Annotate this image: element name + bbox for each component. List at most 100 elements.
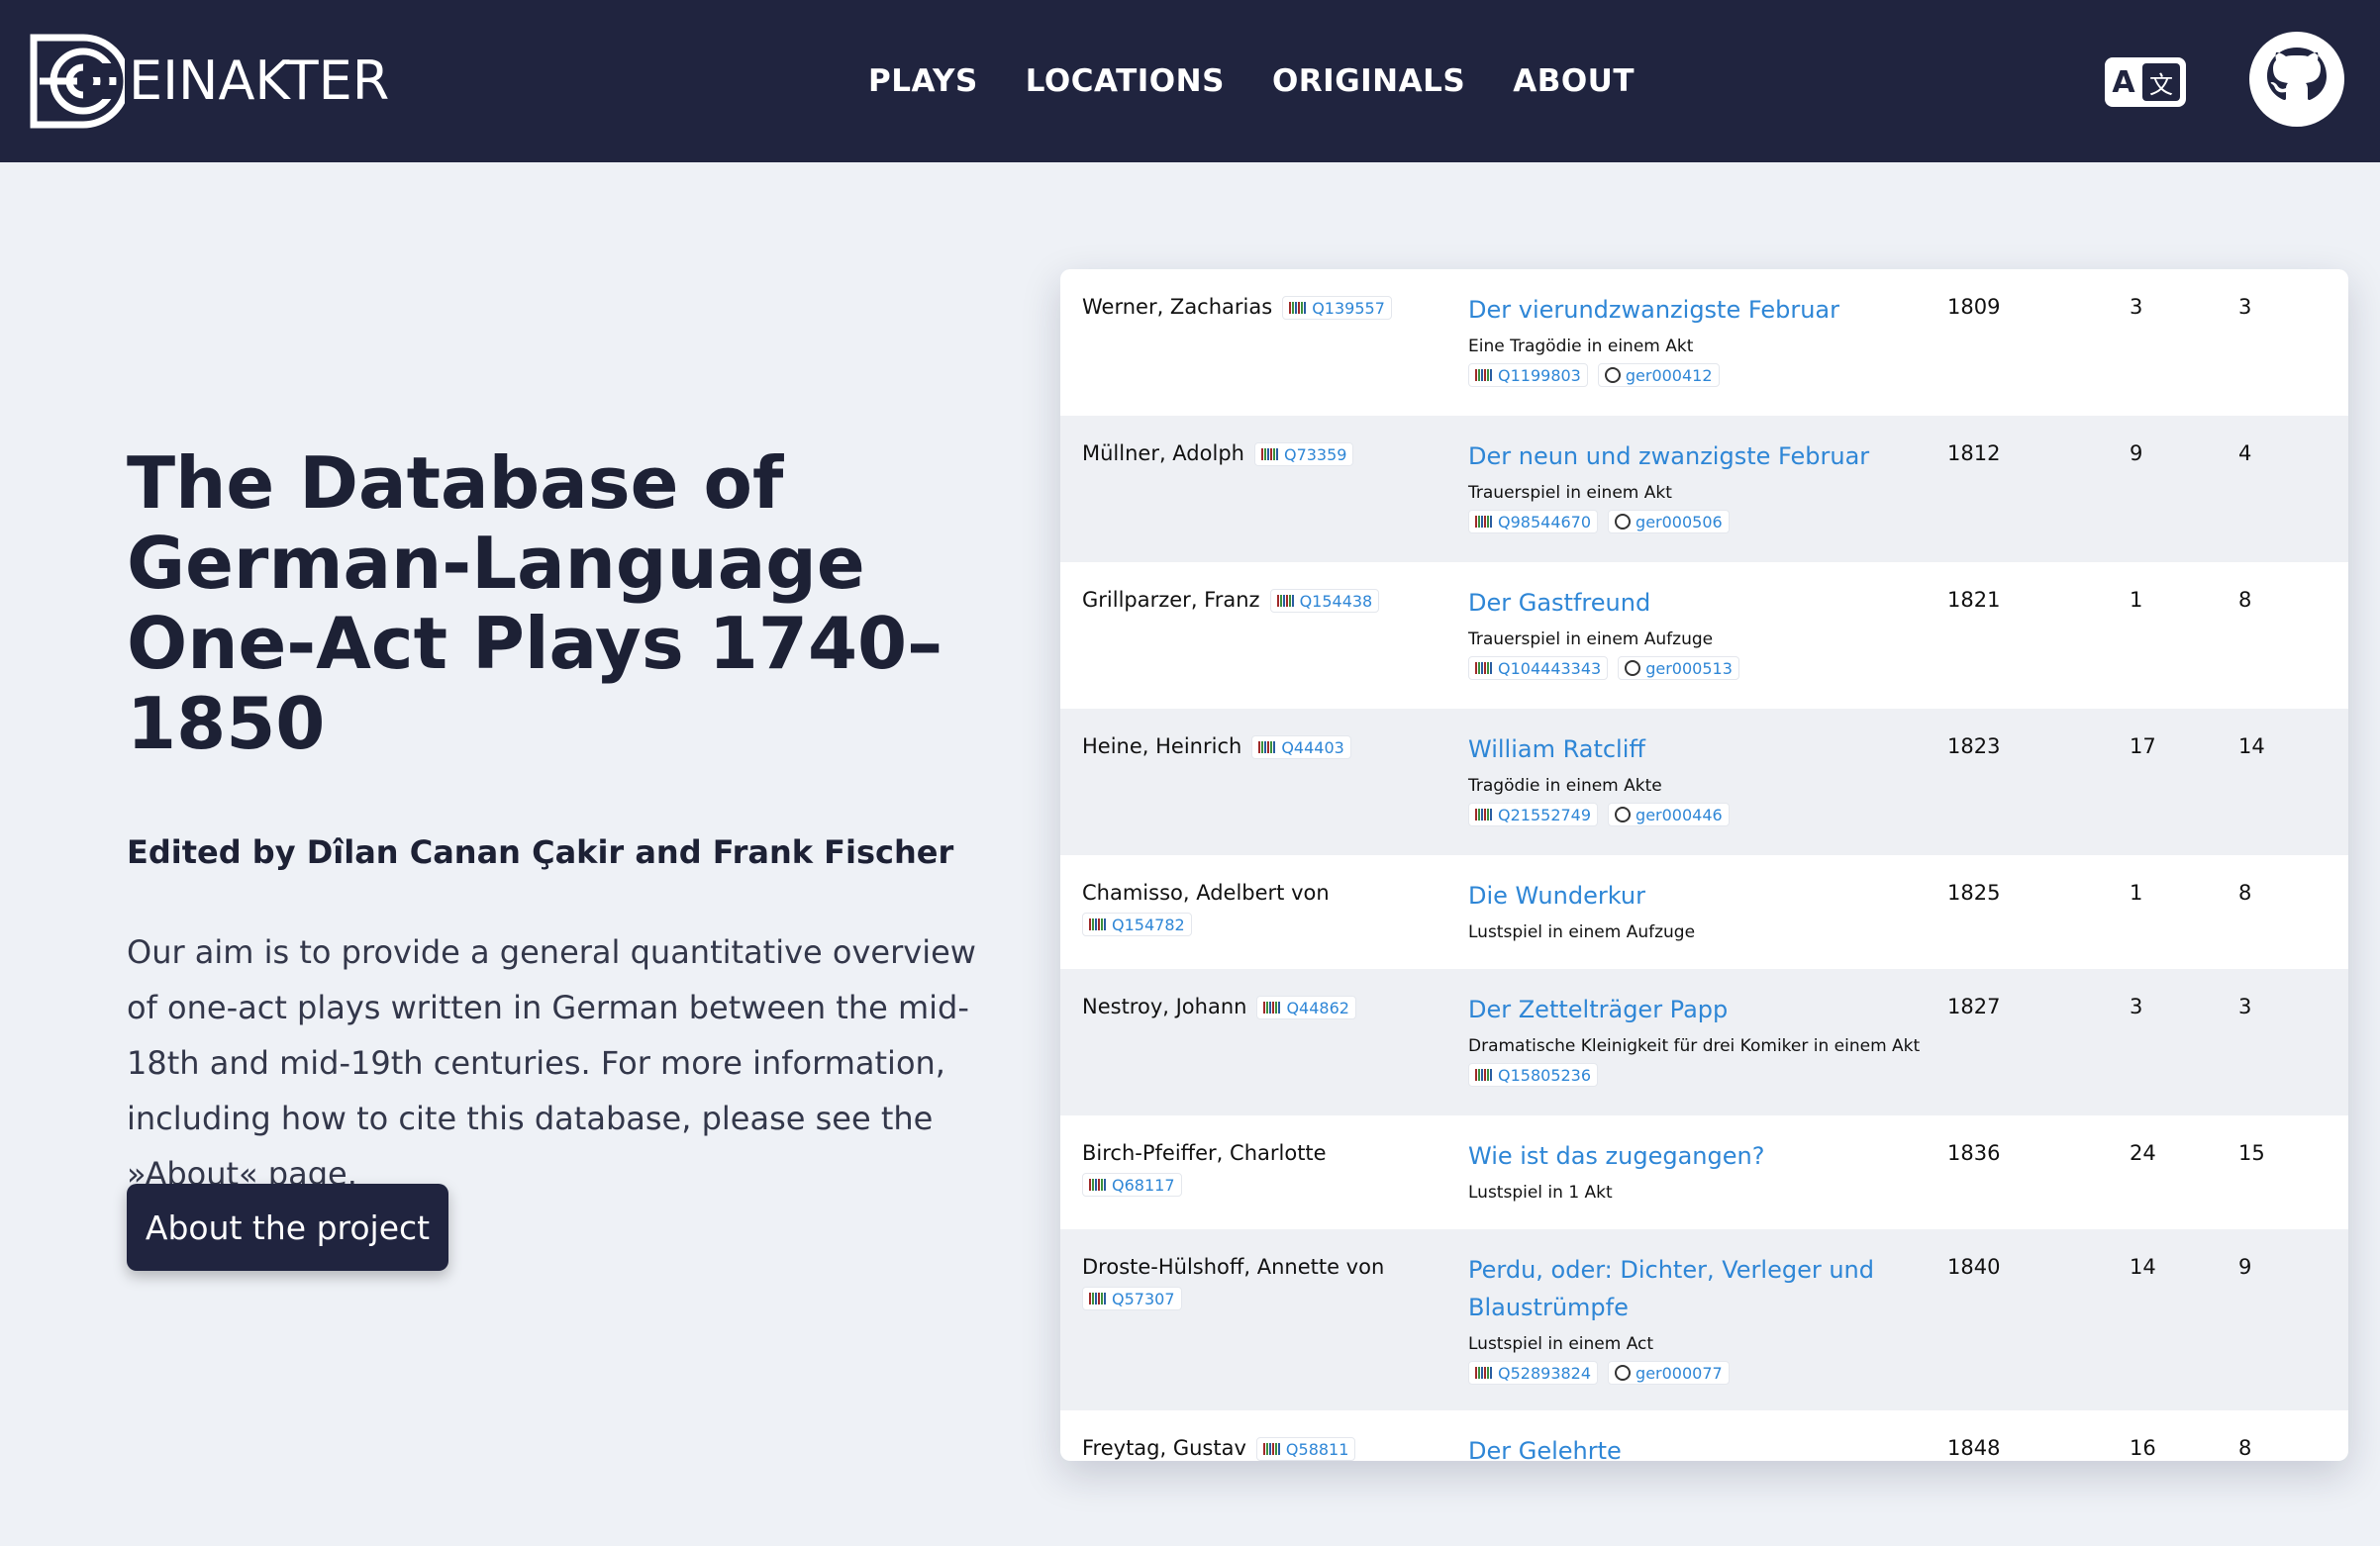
- nav-plays[interactable]: PLAYS: [868, 63, 978, 99]
- main-nav: PLAYS LOCATIONS ORIGINALS ABOUT: [868, 63, 1635, 99]
- count-cell: 8: [2238, 881, 2252, 905]
- plays-table-preview: Werner, Zacharias Q139557 Der vierundzwan…: [1060, 269, 2348, 1461]
- play-subtitle: Lustspiel in einem Aufzuge: [1468, 922, 1696, 942]
- count-cell: 8: [2238, 588, 2252, 612]
- wikidata-icon: [1258, 741, 1277, 753]
- author-wikidata-badge[interactable]: Q44403: [1251, 735, 1351, 759]
- author-badge-wrap: Q57307: [1082, 1287, 1192, 1310]
- einakter-logo[interactable]: EINAKTER: [30, 34, 389, 129]
- about-project-button[interactable]: About the project: [127, 1184, 448, 1271]
- play-wikidata-badge[interactable]: Q104443343: [1468, 656, 1609, 680]
- table-row: Heine, Heinrich Q44403 William Ratcliff T…: [1060, 709, 2348, 855]
- play-wikidata-badge[interactable]: Q1199803: [1468, 363, 1588, 387]
- count-cell: 14: [2130, 1255, 2156, 1279]
- wikidata-icon: [1276, 595, 1295, 607]
- wikidata-icon: [1262, 1443, 1281, 1455]
- play-subtitle: Trauerspiel in einem Aufzuge: [1468, 629, 1714, 649]
- play-wikidata-badge[interactable]: Q98544670: [1468, 510, 1599, 533]
- author-badge-wrap: Q68117: [1082, 1173, 1192, 1197]
- brand-name: EINAKTER: [129, 49, 390, 112]
- count-cell: 15: [2238, 1141, 2265, 1165]
- wikidata-icon: [1089, 1179, 1107, 1191]
- wikidata-icon: [1089, 1293, 1107, 1304]
- play-subtitle: Dramatische Kleinigkeit für drei Komiker…: [1468, 1036, 1921, 1056]
- play-title-link[interactable]: Der Gastfreund: [1468, 584, 1894, 622]
- top-navigation-bar: EINAKTER PLAYS LOCATIONS ORIGINALS ABOUT…: [0, 0, 2380, 162]
- author-name: Heine, Heinrich Q44403: [1082, 734, 1361, 759]
- author-name: Werner, Zacharias Q139557: [1082, 295, 1402, 320]
- wikidata-icon: [1475, 516, 1493, 528]
- count-cell: 24: [2130, 1141, 2156, 1165]
- play-badges: Q21552749 ger000446: [1468, 803, 1739, 826]
- author-wikidata-badge[interactable]: Q139557: [1282, 296, 1392, 320]
- dracor-badge[interactable]: ger000446: [1608, 803, 1730, 826]
- table-row: Birch-Pfeiffer, Charlotte Q68117 Wie ist…: [1060, 1115, 2348, 1229]
- count-cell: 3: [2130, 295, 2143, 319]
- play-title-link[interactable]: Der vierundzwanzigste Februar: [1468, 291, 1894, 329]
- play-title-link[interactable]: William Ratcliff: [1468, 730, 1894, 768]
- author-wikidata-badge[interactable]: Q68117: [1082, 1173, 1182, 1197]
- dracor-icon: [1604, 367, 1621, 383]
- play-wikidata-badge[interactable]: Q21552749: [1468, 803, 1599, 826]
- author-wikidata-badge[interactable]: Q73359: [1253, 442, 1354, 466]
- translate-icon-a: A: [2112, 64, 2135, 100]
- count-cell: 3: [2130, 995, 2143, 1018]
- nav-locations[interactable]: LOCATIONS: [1026, 63, 1225, 99]
- author-badge-wrap: Q154782: [1082, 913, 1202, 936]
- wikidata-icon: [1475, 662, 1493, 674]
- count-cell: 17: [2130, 734, 2156, 758]
- nav-originals[interactable]: ORIGINALS: [1272, 63, 1465, 99]
- dracor-badge[interactable]: ger000077: [1608, 1361, 1730, 1385]
- author-name: Droste-Hülshoff, Annette von: [1082, 1255, 1385, 1279]
- year-cell: 1812: [1947, 441, 2001, 465]
- author-wikidata-badge[interactable]: Q154782: [1082, 913, 1192, 936]
- wikidata-icon: [1475, 369, 1493, 381]
- dracor-badge[interactable]: ger000412: [1597, 363, 1720, 387]
- play-badges: Q15805236: [1468, 1063, 1608, 1087]
- author-name: Müllner, Adolph Q73359: [1082, 441, 1363, 466]
- play-wikidata-badge[interactable]: Q15805236: [1468, 1063, 1599, 1087]
- year-cell: 1848: [1947, 1436, 2001, 1460]
- table-row: Droste-Hülshoff, Annette von Q57307 Perd…: [1060, 1229, 2348, 1410]
- dracor-badge[interactable]: ger000506: [1608, 510, 1730, 533]
- author-wikidata-badge[interactable]: Q58811: [1255, 1437, 1356, 1461]
- count-cell: 16: [2130, 1436, 2156, 1460]
- intro-paragraph: Our aim is to provide a general quantita…: [127, 933, 976, 1193]
- dracor-icon: [1615, 514, 1632, 530]
- play-title-link[interactable]: Die Wunderkur: [1468, 877, 1894, 915]
- editors-line: Edited by Dîlan Canan Çakir and Frank Fi…: [127, 833, 954, 871]
- play-subtitle: Lustspiel in einem Act: [1468, 1334, 1654, 1354]
- author-name: Grillparzer, Franz Q154438: [1082, 588, 1389, 613]
- author-wikidata-badge[interactable]: Q154438: [1269, 589, 1380, 613]
- dracor-badge[interactable]: ger000513: [1618, 656, 1739, 680]
- github-icon[interactable]: [2247, 30, 2346, 129]
- play-subtitle: Trauerspiel in einem Akt: [1468, 483, 1672, 503]
- count-cell: 9: [2130, 441, 2143, 465]
- play-subtitle: Lustspiel in 1 Akt: [1468, 1183, 1613, 1203]
- wikidata-icon: [1089, 918, 1107, 930]
- table-row: Müllner, Adolph Q73359 Der neun und zwanz…: [1060, 416, 2348, 562]
- author-wikidata-badge[interactable]: Q57307: [1082, 1287, 1182, 1310]
- translate-icon[interactable]: A 文: [2105, 57, 2186, 107]
- play-title-link[interactable]: Der neun und zwanzigste Februar: [1468, 437, 1894, 475]
- play-title-link[interactable]: Der Gelehrte: [1468, 1432, 1894, 1461]
- count-cell: 8: [2238, 1436, 2252, 1460]
- table-row: Chamisso, Adelbert von Q154782 Die Wunde…: [1060, 855, 2348, 969]
- wikidata-icon: [1475, 1367, 1493, 1379]
- wikidata-icon: [1263, 1002, 1282, 1014]
- wikidata-icon: [1475, 809, 1493, 821]
- play-title-link[interactable]: Wie ist das zugegangen?: [1468, 1137, 1894, 1175]
- play-title-link[interactable]: Perdu, oder: Dichter, Verleger und Blaus…: [1468, 1251, 1894, 1326]
- count-cell: 1: [2130, 588, 2143, 612]
- count-cell: 1: [2130, 881, 2143, 905]
- author-wikidata-badge[interactable]: Q44862: [1256, 996, 1356, 1019]
- table-row: Nestroy, Johann Q44862 Der Zettelträger P…: [1060, 969, 2348, 1115]
- year-cell: 1809: [1947, 295, 2001, 319]
- play-title-link[interactable]: Der Zettelträger Papp: [1468, 991, 1894, 1028]
- nav-about[interactable]: ABOUT: [1513, 63, 1635, 99]
- play-wikidata-badge[interactable]: Q52893824: [1468, 1361, 1599, 1385]
- wikidata-icon: [1475, 1069, 1493, 1081]
- author-name: Birch-Pfeiffer, Charlotte: [1082, 1141, 1327, 1165]
- year-cell: 1823: [1947, 734, 2001, 758]
- count-cell: 4: [2238, 441, 2252, 465]
